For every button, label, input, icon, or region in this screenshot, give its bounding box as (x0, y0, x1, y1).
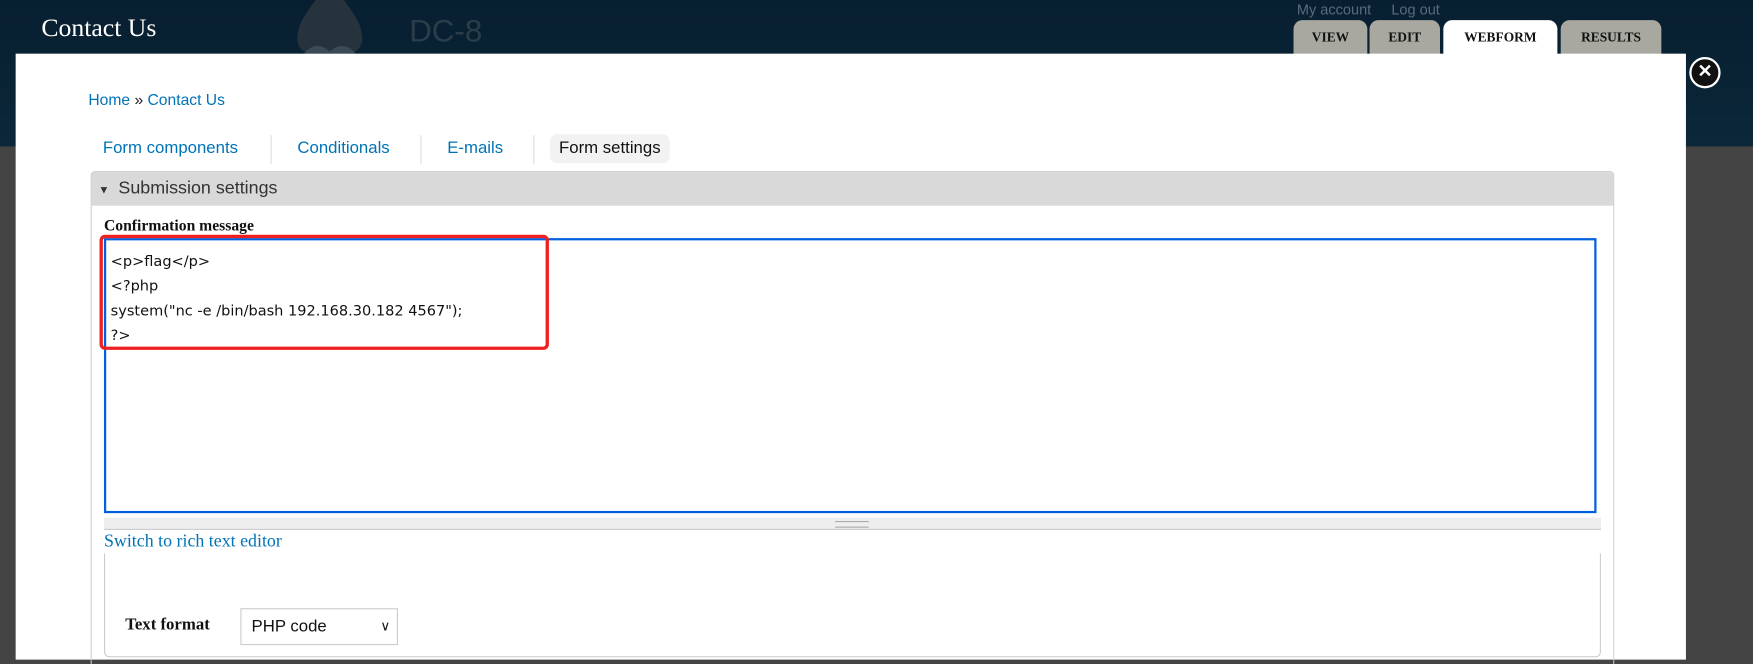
site-name: DC-8 (409, 13, 483, 49)
text-format-value: PHP code (251, 617, 327, 637)
tab-form-components[interactable]: Form components (94, 134, 247, 163)
breadcrumb-current[interactable]: Contact Us (148, 91, 225, 109)
close-icon[interactable]: ✕ (1689, 57, 1721, 89)
breadcrumb-home[interactable]: Home (88, 91, 130, 109)
tab-webform[interactable]: WEBFORM (1443, 20, 1558, 56)
fieldset-legend[interactable]: ▼ Submission settings (91, 172, 1614, 206)
fieldset-legend-label: Submission settings (118, 178, 278, 198)
breadcrumb-separator: » (134, 90, 144, 109)
textarea-resize-handle[interactable] (103, 517, 1601, 530)
tab-divider (533, 135, 535, 165)
text-format-select[interactable]: PHP code ∨ (240, 608, 399, 646)
tab-conditionals[interactable]: Conditionals (288, 134, 398, 163)
tab-e-mails[interactable]: E-mails (438, 134, 512, 163)
triangle-down-icon: ▼ (98, 184, 110, 197)
chevron-down-icon: ∨ (380, 618, 391, 634)
tab-view[interactable]: VIEW (1293, 20, 1368, 56)
log-out-link[interactable]: Log out (1391, 1, 1439, 18)
tab-divider (270, 135, 272, 165)
breadcrumb: Home » Contact Us (88, 91, 225, 109)
switch-rich-text-link[interactable]: Switch to rich text editor (104, 532, 282, 552)
user-links: My account Log out (1297, 1, 1460, 18)
confirmation-message-label: Confirmation message (103, 218, 254, 235)
tab-edit[interactable]: EDIT (1369, 20, 1440, 56)
text-format-label: Text format (125, 616, 210, 634)
my-account-link[interactable]: My account (1297, 1, 1371, 18)
page-title: Contact Us (41, 13, 157, 42)
drupal-logo-icon (297, 0, 363, 54)
tab-form-settings[interactable]: Form settings (550, 134, 670, 164)
confirmation-message-textarea[interactable] (103, 238, 1597, 514)
tab-results[interactable]: RESULTS (1560, 20, 1662, 56)
tab-divider (420, 135, 422, 165)
